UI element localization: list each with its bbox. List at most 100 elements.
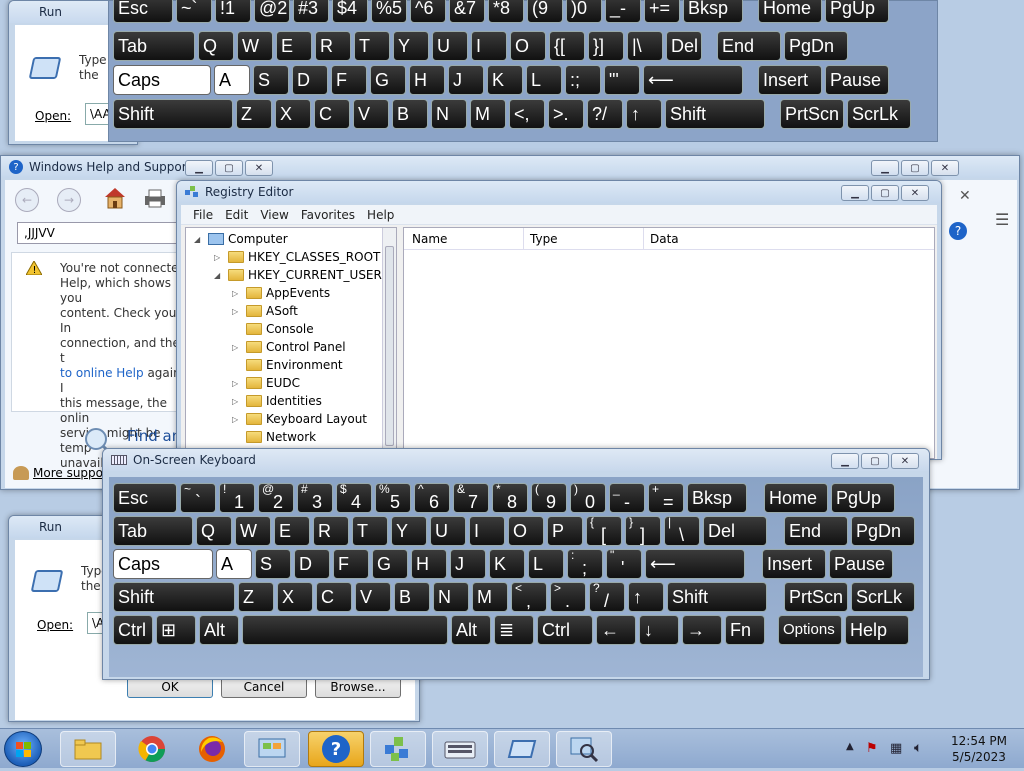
top-key-Caps[interactable]: Caps	[113, 65, 211, 95]
tray-expand-icon[interactable]: ▲	[846, 741, 854, 752]
key-%5[interactable]: % 5	[375, 483, 411, 513]
menu-help[interactable]: Help	[361, 208, 400, 222]
back-button[interactable]: ←	[15, 188, 39, 212]
key-Shift[interactable]: Shift	[113, 582, 235, 612]
menu-favorites[interactable]: Favorites	[295, 208, 361, 222]
top-key-Y[interactable]: Y	[393, 31, 429, 61]
help-minimize-button[interactable]: ▁	[185, 160, 213, 176]
key-End[interactable]: End	[784, 516, 848, 546]
key-Bksp[interactable]: Bksp	[687, 483, 747, 513]
regedit-close-button[interactable]: ✕	[901, 185, 929, 201]
menu-lines-icon[interactable]: ☰	[995, 210, 1009, 229]
key-Tab[interactable]: Tab	[113, 516, 193, 546]
key-U[interactable]: U	[430, 516, 466, 546]
help-close-button[interactable]: ✕	[245, 160, 273, 176]
top-key-}][interactable]: }]	[588, 31, 624, 61]
top-key-Q[interactable]: Q	[198, 31, 234, 61]
top-key-"'[interactable]: "'	[604, 65, 640, 95]
top-key-J[interactable]: J	[448, 65, 484, 95]
key-↑[interactable]: ↑	[628, 582, 664, 612]
key-G[interactable]: G	[372, 549, 408, 579]
key-R[interactable]: R	[313, 516, 349, 546]
top-key-M[interactable]: M	[470, 99, 506, 129]
regedit-maximize-button[interactable]: ▢	[871, 185, 899, 201]
top-key-{[[interactable]: {[	[549, 31, 585, 61]
key->.[interactable]: >.	[550, 582, 586, 612]
help2-maximize-button[interactable]: ▢	[901, 160, 929, 176]
key-Alt[interactable]: Alt	[451, 615, 491, 645]
key-→[interactable]: →	[682, 615, 722, 645]
key-B[interactable]: B	[394, 582, 430, 612]
taskbar-firefox[interactable]	[184, 731, 240, 767]
tree-item[interactable]: ▷ Keyboard Layout	[232, 410, 367, 428]
top-key-:;[interactable]: :;	[565, 65, 601, 95]
top-key-Esc[interactable]: Esc	[113, 0, 173, 23]
key-A[interactable]: A	[216, 549, 252, 579]
key-+=[interactable]: + =	[648, 483, 684, 513]
key-Help[interactable]: Help	[845, 615, 909, 645]
key-F[interactable]: F	[333, 549, 369, 579]
key-|\[interactable]: | \	[664, 516, 700, 546]
key-Caps[interactable]: Caps	[113, 549, 213, 579]
key-!1[interactable]: ! 1	[219, 483, 255, 513]
start-button[interactable]	[4, 731, 42, 767]
top-key-Home[interactable]: Home	[758, 0, 822, 23]
help2-close-button[interactable]: ✕	[931, 160, 959, 176]
key-<,[interactable]: <,	[511, 582, 547, 612]
tree-computer[interactable]: ◢ Computer	[194, 230, 288, 248]
registry-values-pane[interactable]: Name Type Data	[403, 227, 935, 459]
key-space[interactable]	[242, 615, 448, 645]
top-key-~`[interactable]: ~`	[176, 0, 212, 23]
key-Options[interactable]: Options	[778, 615, 842, 645]
top-key-↑[interactable]: ↑	[626, 99, 662, 129]
key-T[interactable]: T	[352, 516, 388, 546]
key-{[[interactable]: {[	[586, 516, 622, 546]
key-C[interactable]: C	[316, 582, 352, 612]
taskbar-help[interactable]: ?	[308, 731, 364, 767]
top-key-Shift[interactable]: Shift	[665, 99, 765, 129]
clock-time[interactable]: 12:54 PM	[940, 733, 1018, 749]
top-key-PrtScn[interactable]: PrtScn	[780, 99, 844, 129]
top-key-K[interactable]: K	[487, 65, 523, 95]
top-key-O[interactable]: O	[510, 31, 546, 61]
key-≣[interactable]: ≣	[494, 615, 534, 645]
key-#3[interactable]: #3	[297, 483, 333, 513]
top-key-N[interactable]: N	[431, 99, 467, 129]
key-@2[interactable]: @2	[258, 483, 294, 513]
top-key-U[interactable]: U	[432, 31, 468, 61]
help-titlebar[interactable]: ? Windows Help and Support	[1, 156, 1019, 178]
key-_-[interactable]: _ -	[609, 483, 645, 513]
top-key-Tab[interactable]: Tab	[113, 31, 195, 61]
top-key-L[interactable]: L	[526, 65, 562, 95]
top-key-#3[interactable]: #3	[293, 0, 329, 23]
key-↓[interactable]: ↓	[639, 615, 679, 645]
key-J[interactable]: J	[450, 549, 486, 579]
top-key-PgDn[interactable]: PgDn	[784, 31, 848, 61]
menu-view[interactable]: View	[254, 208, 294, 222]
registry-tree[interactable]: ◢ Computer ▷ HKEY_CLASSES_ROOT ◢ HKEY_CU…	[185, 227, 397, 459]
top-key-E[interactable]: E	[276, 31, 312, 61]
key-Home[interactable]: Home	[764, 483, 828, 513]
online-help-link[interactable]: to online Help	[60, 366, 144, 380]
osk-titlebar[interactable]: On-Screen Keyboard	[103, 449, 929, 471]
key-V[interactable]: V	[355, 582, 391, 612]
key-Y[interactable]: Y	[391, 516, 427, 546]
forward-button[interactable]: →	[57, 188, 81, 212]
key-PgUp[interactable]: PgUp	[831, 483, 895, 513]
top-key-%5[interactable]: %5	[371, 0, 407, 23]
key-P[interactable]: P	[547, 516, 583, 546]
top-key-@2[interactable]: @2	[254, 0, 290, 23]
column-data[interactable]: Data	[644, 228, 934, 249]
key-*8[interactable]: * 8	[492, 483, 528, 513]
top-key-+=[interactable]: +=	[644, 0, 680, 23]
taskbar-chrome[interactable]	[124, 731, 180, 767]
key-O[interactable]: O	[508, 516, 544, 546]
key-Insert[interactable]: Insert	[762, 549, 826, 579]
key-H[interactable]: H	[411, 549, 447, 579]
osk-maximize-button[interactable]: ▢	[861, 453, 889, 469]
key-Del[interactable]: Del	[703, 516, 767, 546]
top-key-V[interactable]: V	[353, 99, 389, 129]
top-key-End[interactable]: End	[717, 31, 781, 61]
collapse-icon[interactable]: ◢	[214, 271, 224, 280]
top-key-)0[interactable]: )0	[566, 0, 602, 23]
